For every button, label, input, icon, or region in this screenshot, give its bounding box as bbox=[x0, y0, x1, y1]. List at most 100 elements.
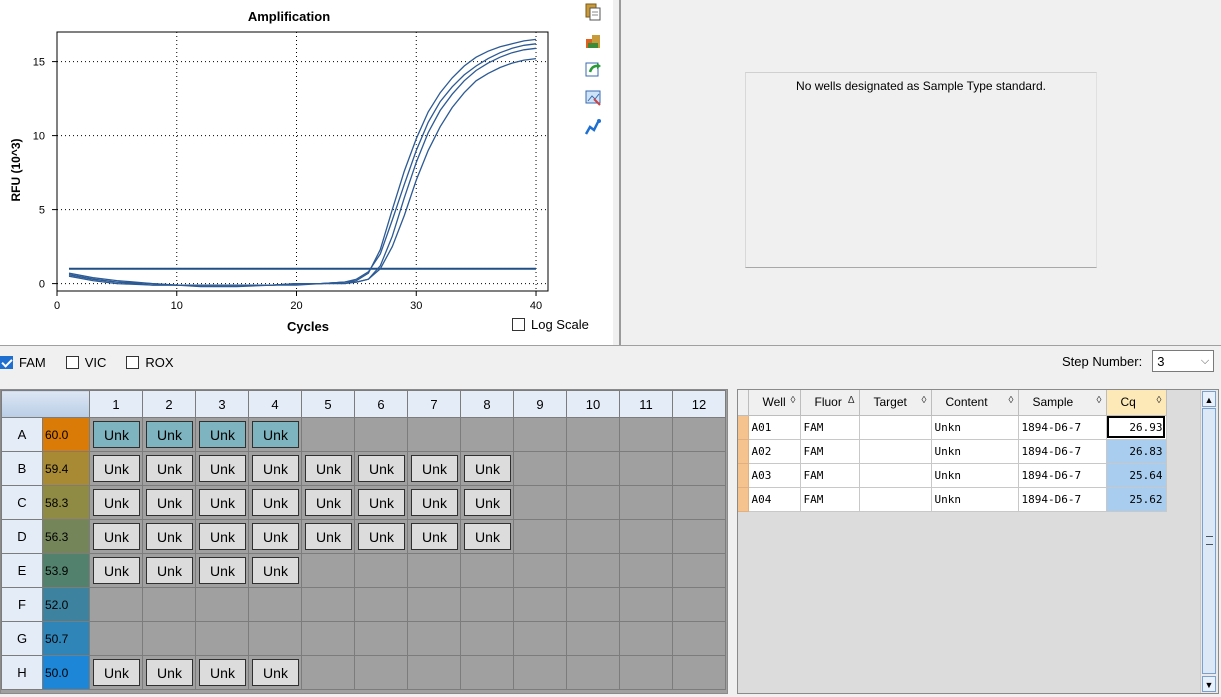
plate-well-A7[interactable] bbox=[407, 417, 461, 452]
cell-well[interactable]: A03 bbox=[748, 463, 801, 488]
table-row[interactable]: A03 FAM Unkn 1894-D6-7 25.64 bbox=[738, 463, 1167, 488]
plate-well-A10[interactable] bbox=[566, 417, 620, 452]
plate-well-E3[interactable]: Unk bbox=[195, 553, 249, 588]
plate-well-H11[interactable] bbox=[619, 655, 673, 690]
column-header-content[interactable]: Content ◊ bbox=[931, 390, 1019, 416]
scroll-down-icon[interactable]: ▼ bbox=[1202, 676, 1216, 692]
plate-well-C1[interactable]: Unk bbox=[89, 485, 143, 520]
plate-column-header-3[interactable]: 3 bbox=[195, 390, 249, 418]
cell-cq[interactable]: 26.83 bbox=[1106, 439, 1167, 464]
vertical-splitter[interactable] bbox=[613, 0, 623, 345]
fluor-vic[interactable]: VIC bbox=[65, 355, 106, 370]
plate-well-B5[interactable]: Unk bbox=[301, 451, 355, 486]
plate-well-D7[interactable]: Unk bbox=[407, 519, 461, 554]
plate-well-E4[interactable]: Unk bbox=[248, 553, 302, 588]
cell-content[interactable]: Unkn bbox=[931, 439, 1019, 464]
plate-well-G10[interactable] bbox=[566, 621, 620, 656]
zoom-icon[interactable] bbox=[584, 89, 602, 107]
plate-well-H9[interactable] bbox=[513, 655, 567, 690]
plate-well-H12[interactable] bbox=[672, 655, 726, 690]
plate-well-H10[interactable] bbox=[566, 655, 620, 690]
row-indicator[interactable] bbox=[738, 415, 749, 440]
plate-well-F10[interactable] bbox=[566, 587, 620, 622]
cell-target[interactable] bbox=[859, 415, 932, 440]
plate-well-E9[interactable] bbox=[513, 553, 567, 588]
plate-well-A3[interactable]: Unk bbox=[195, 417, 249, 452]
plate-column-header-1[interactable]: 1 bbox=[89, 390, 143, 418]
plate-well-B11[interactable] bbox=[619, 451, 673, 486]
plate-well-A5[interactable] bbox=[301, 417, 355, 452]
plate-well-A6[interactable] bbox=[354, 417, 408, 452]
scroll-up-icon[interactable]: ▲ bbox=[1202, 391, 1216, 407]
plate-well-G4[interactable] bbox=[248, 621, 302, 656]
cell-fluor[interactable]: FAM bbox=[800, 439, 860, 464]
plate-well-G5[interactable] bbox=[301, 621, 355, 656]
table-row[interactable]: A01 FAM Unkn 1894-D6-7 26.93 bbox=[738, 415, 1167, 440]
plate-row-header-D[interactable]: D bbox=[1, 519, 43, 554]
plate-well-A2[interactable]: Unk bbox=[142, 417, 196, 452]
plate-well-C10[interactable] bbox=[566, 485, 620, 520]
plate-well-B8[interactable]: Unk bbox=[460, 451, 514, 486]
fluor-fam[interactable]: FAM bbox=[0, 355, 46, 370]
plate-well-A1[interactable]: Unk bbox=[89, 417, 143, 452]
plate-row-header-E[interactable]: E bbox=[1, 553, 43, 588]
plate-well-H6[interactable] bbox=[354, 655, 408, 690]
plate-well-F12[interactable] bbox=[672, 587, 726, 622]
cell-content[interactable]: Unkn bbox=[931, 487, 1019, 512]
plate-well-G9[interactable] bbox=[513, 621, 567, 656]
row-indicator[interactable] bbox=[738, 439, 749, 464]
log-scale-checkbox[interactable] bbox=[512, 318, 525, 331]
plate-well-H2[interactable]: Unk bbox=[142, 655, 196, 690]
plate-well-D5[interactable]: Unk bbox=[301, 519, 355, 554]
column-header-cq[interactable]: Cq ◊ bbox=[1106, 390, 1167, 416]
cell-target[interactable] bbox=[859, 463, 932, 488]
plate-well-E8[interactable] bbox=[460, 553, 514, 588]
plate-well-C11[interactable] bbox=[619, 485, 673, 520]
plate-well-F4[interactable] bbox=[248, 587, 302, 622]
plate-well-C6[interactable]: Unk bbox=[354, 485, 408, 520]
sort-icon[interactable]: ◊ bbox=[1097, 395, 1102, 406]
log-scale-toggle[interactable]: Log Scale bbox=[512, 317, 589, 332]
fluor-fam-checkbox[interactable] bbox=[0, 355, 13, 369]
cell-cq[interactable]: 25.62 bbox=[1106, 487, 1167, 512]
plate-well-B2[interactable]: Unk bbox=[142, 451, 196, 486]
vertical-scrollbar[interactable]: ▲ ▼ bbox=[1200, 390, 1218, 693]
plate-well-D9[interactable] bbox=[513, 519, 567, 554]
sort-icon[interactable]: ◊ bbox=[791, 395, 796, 406]
plate-corner[interactable] bbox=[1, 390, 90, 418]
plate-column-header-5[interactable]: 5 bbox=[301, 390, 355, 418]
table-row[interactable]: A02 FAM Unkn 1894-D6-7 26.83 bbox=[738, 439, 1167, 464]
sort-icon[interactable]: Δ bbox=[848, 395, 855, 406]
plate-well-G2[interactable] bbox=[142, 621, 196, 656]
plate-well-F11[interactable] bbox=[619, 587, 673, 622]
copy-icon[interactable] bbox=[584, 3, 602, 21]
plate-well-E10[interactable] bbox=[566, 553, 620, 588]
plate-well-B3[interactable]: Unk bbox=[195, 451, 249, 486]
plate-well-B12[interactable] bbox=[672, 451, 726, 486]
plate-well-A11[interactable] bbox=[619, 417, 673, 452]
plate-well-D4[interactable]: Unk bbox=[248, 519, 302, 554]
plate-well-E7[interactable] bbox=[407, 553, 461, 588]
curve-icon[interactable] bbox=[584, 118, 602, 136]
plate-well-A9[interactable] bbox=[513, 417, 567, 452]
plate-well-H7[interactable] bbox=[407, 655, 461, 690]
plate-well-H5[interactable] bbox=[301, 655, 355, 690]
plate-row-header-G[interactable]: G bbox=[1, 621, 43, 656]
plate-column-header-11[interactable]: 11 bbox=[619, 390, 673, 418]
cell-sample[interactable]: 1894-D6-7 bbox=[1018, 463, 1107, 488]
sort-icon[interactable]: ◊ bbox=[922, 395, 927, 406]
plate-well-E11[interactable] bbox=[619, 553, 673, 588]
plate-well-D11[interactable] bbox=[619, 519, 673, 554]
fluor-rox[interactable]: ROX bbox=[126, 355, 174, 370]
step-number-select[interactable]: 3 ⌵ bbox=[1152, 350, 1215, 372]
plate-well-G12[interactable] bbox=[672, 621, 726, 656]
plate-well-C3[interactable]: Unk bbox=[195, 485, 249, 520]
column-header-fluor[interactable]: Fluor Δ bbox=[800, 390, 860, 416]
plate-column-header-6[interactable]: 6 bbox=[354, 390, 408, 418]
plate-well-F9[interactable] bbox=[513, 587, 567, 622]
cell-fluor[interactable]: FAM bbox=[800, 463, 860, 488]
plate-well-F5[interactable] bbox=[301, 587, 355, 622]
plate-well-B7[interactable]: Unk bbox=[407, 451, 461, 486]
plate-well-B6[interactable]: Unk bbox=[354, 451, 408, 486]
cell-sample[interactable]: 1894-D6-7 bbox=[1018, 487, 1107, 512]
